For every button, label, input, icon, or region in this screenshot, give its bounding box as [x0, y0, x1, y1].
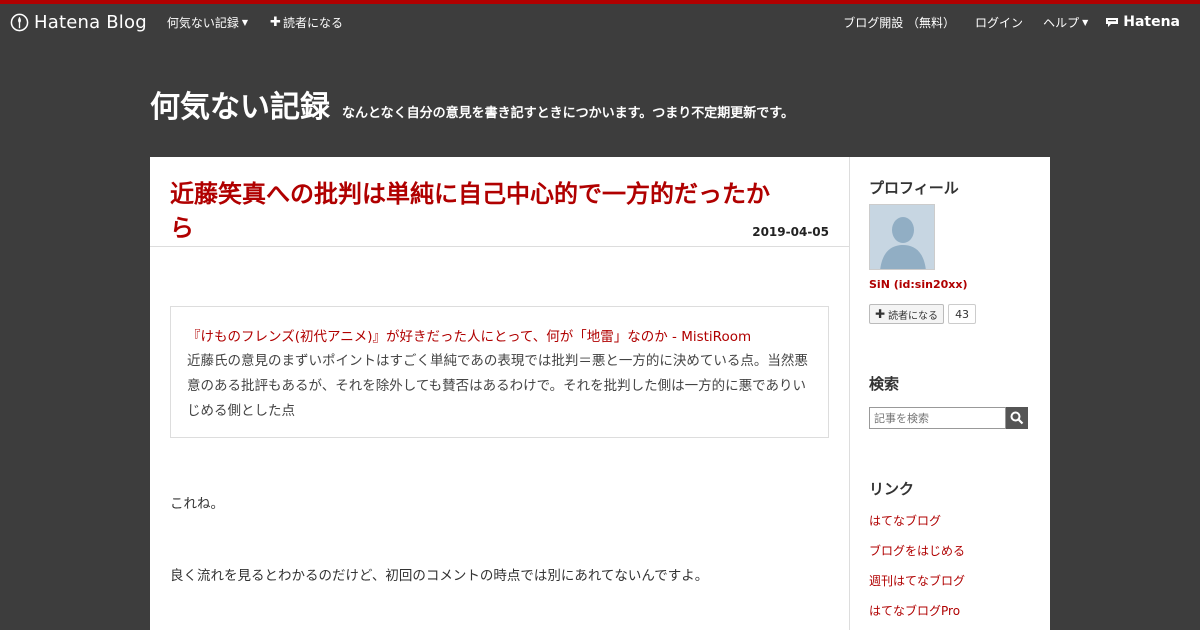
- profile-title: プロフィール: [869, 179, 959, 197]
- links-list: はてなブログ ブログをはじめる 週刊はてなブログ はてなブログPro: [869, 512, 965, 630]
- link-hatena-blog[interactable]: はてなブログ: [869, 512, 965, 542]
- avatar[interactable]: [869, 204, 935, 270]
- blog-name-menu[interactable]: 何気ない記録 ▼: [167, 14, 248, 31]
- plus-icon: ✚: [875, 307, 886, 321]
- blog-header: 何気ない記録 なんとなく自分の意見を書き記すときにつかいます。つまり不定期更新で…: [150, 82, 794, 126]
- entry-paragraph-1: これね。: [170, 496, 224, 512]
- blog-name-label: 何気ない記録: [166, 15, 239, 30]
- subscribe-row: ✚ 読者になる 43: [869, 304, 977, 324]
- plus-icon: ✚: [270, 14, 281, 30]
- caret-down-icon: ▼: [1082, 17, 1089, 27]
- search-module: [869, 407, 1028, 429]
- subscriber-count[interactable]: 43: [948, 304, 977, 324]
- sidebar-subscribe-button[interactable]: ✚ 読者になる: [869, 304, 945, 324]
- hatena-blog-icon: [10, 13, 29, 31]
- entry-paragraph-2: 良く流れを見るとわかるのだけど、初回のコメントの時点では別にあれてないんですよ。: [170, 568, 709, 584]
- brand-text: Hatena Blog: [34, 11, 147, 33]
- hatena-logo[interactable]: Hatena: [1104, 14, 1180, 30]
- user-silhouette-icon: [870, 205, 934, 269]
- help-menu[interactable]: ヘルプ ▼: [1043, 14, 1088, 31]
- search-button[interactable]: [1006, 407, 1028, 429]
- blog-description: なんとなく自分の意見を書き記すときにつかいます。つまり不定期更新です。: [342, 106, 795, 121]
- content-area: 近藤笑真への批判は単純に自己中心的で一方的だったから 2019-04-05 『け…: [150, 157, 1050, 630]
- blockquote: 『けものフレンズ(初代アニメ)』が好きだった人にとって、何が「地雷」なのか - …: [170, 306, 829, 438]
- sidebar: プロフィール SiN (id:sin20xx) ✚ 読者になる 43 検索 記事…: [850, 157, 1050, 630]
- search-title: 検索: [869, 375, 900, 393]
- link-weekly-hatena-blog[interactable]: 週刊はてなブログ: [869, 572, 965, 602]
- link-start-blog[interactable]: ブログをはじめる: [869, 542, 965, 572]
- entry-title[interactable]: 近藤笑真への批判は単純に自己中心的で一方的だったから: [170, 177, 770, 245]
- link-hatena-blog-pro[interactable]: はてなブログPro: [869, 602, 965, 630]
- global-header: Hatena Blog 何気ない記録 ▼ ✚ 読者になる ブログ開設 （無料） …: [0, 4, 1200, 40]
- open-blog-label: ブログ開設 （無料）: [843, 15, 956, 30]
- header-subscribe-label: 読者になる: [282, 15, 343, 30]
- search-input[interactable]: [869, 407, 1006, 429]
- hatena-speech-icon: [1106, 18, 1119, 27]
- open-blog-link[interactable]: ブログ開設 （無料）: [843, 14, 955, 31]
- entry-header: 近藤笑真への批判は単純に自己中心的で一方的だったから 2019-04-05: [150, 157, 849, 247]
- entry-date[interactable]: 2019-04-05: [752, 225, 829, 239]
- sidebar-subscribe-label: 読者になる: [888, 310, 939, 322]
- login-label: ログイン: [975, 15, 1024, 30]
- quote-source-link[interactable]: 『けものフレンズ(初代アニメ)』が好きだった人にとって、何が「地雷」なのか - …: [187, 325, 812, 349]
- hatena-blog-logo[interactable]: Hatena Blog: [10, 12, 147, 33]
- header-subscribe-button[interactable]: ✚ 読者になる: [270, 14, 343, 31]
- search-icon: [1010, 411, 1024, 425]
- blog-title[interactable]: 何気ない記録: [150, 82, 330, 126]
- quote-text: 近藤氏の意見のまずいポイントはすごく単純であの表現では批判＝悪と一方的に決めてい…: [187, 353, 808, 419]
- help-label: ヘルプ: [1043, 15, 1080, 30]
- hatena-label: Hatena: [1123, 14, 1180, 30]
- profile-name-link[interactable]: SiN (id:sin20xx): [869, 278, 967, 291]
- main-column: 近藤笑真への批判は単純に自己中心的で一方的だったから 2019-04-05 『け…: [150, 157, 850, 630]
- login-link[interactable]: ログイン: [975, 14, 1023, 31]
- links-title: リンク: [869, 480, 915, 498]
- caret-down-icon: ▼: [241, 17, 249, 27]
- header-right-menu: ブログ開設 （無料） ログイン ヘルプ ▼ Hatena: [823, 14, 1180, 31]
